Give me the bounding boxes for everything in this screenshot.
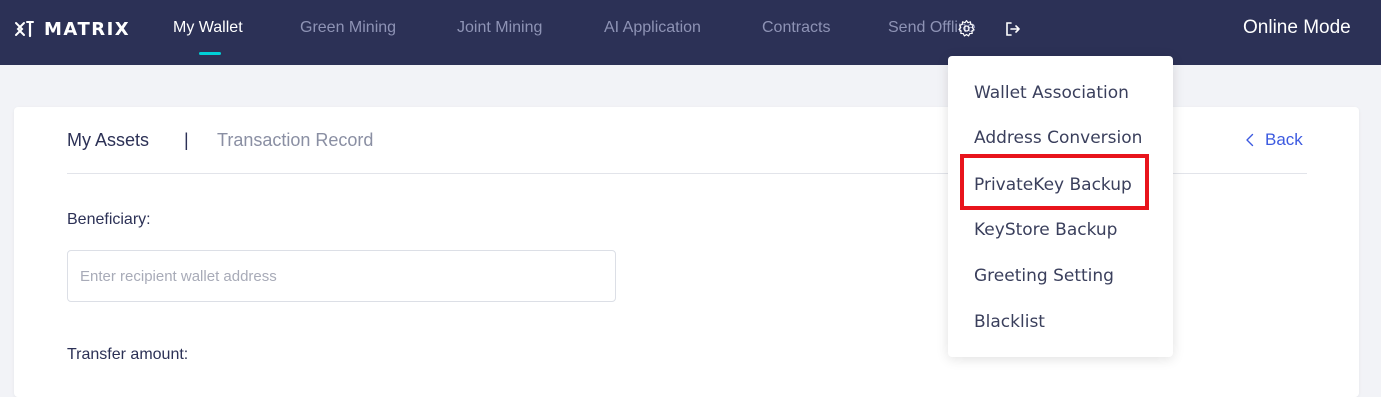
beneficiary-label: Beneficiary: [67, 211, 151, 228]
top-navbar: MATRIX My Wallet Green Mining Joint Mini… [0, 0, 1381, 65]
chevron-left-icon [1246, 133, 1254, 147]
back-button[interactable]: Back [1245, 130, 1303, 150]
nav-ai-application[interactable]: AI Application [604, 19, 701, 37]
menu-item-privatekey-backup[interactable]: PrivateKey Backup [974, 175, 1132, 195]
nav-contracts[interactable]: Contracts [762, 19, 830, 37]
tab-separator: | [184, 130, 189, 150]
online-mode-toggle[interactable]: Online Mode [1243, 17, 1351, 39]
tab-transaction-record[interactable]: Transaction Record [217, 130, 373, 151]
matrix-logo-icon [15, 20, 34, 38]
settings-dropdown-menu: Wallet Association Address Conversion Pr… [948, 56, 1173, 357]
logout-icon[interactable] [1005, 21, 1021, 37]
menu-item-greeting-setting[interactable]: Greeting Setting [974, 266, 1114, 286]
menu-item-keystore-backup[interactable]: KeyStore Backup [974, 220, 1117, 240]
active-tab-indicator [199, 52, 221, 55]
recipient-address-input[interactable] [67, 250, 616, 302]
transfer-amount-label: Transfer amount: [67, 346, 189, 363]
logo[interactable]: MATRIX [14, 17, 130, 41]
menu-item-wallet-association[interactable]: Wallet Association [974, 83, 1129, 103]
nav-joint-mining[interactable]: Joint Mining [457, 19, 542, 37]
gear-icon[interactable] [957, 19, 976, 38]
nav-my-wallet[interactable]: My Wallet [173, 19, 243, 37]
menu-item-blacklist[interactable]: Blacklist [974, 312, 1045, 332]
nav-green-mining[interactable]: Green Mining [300, 19, 396, 37]
logo-text: MATRIX [44, 18, 131, 40]
tab-my-assets[interactable]: My Assets [67, 130, 149, 151]
back-label: Back [1265, 130, 1303, 149]
menu-item-address-conversion[interactable]: Address Conversion [974, 128, 1142, 148]
